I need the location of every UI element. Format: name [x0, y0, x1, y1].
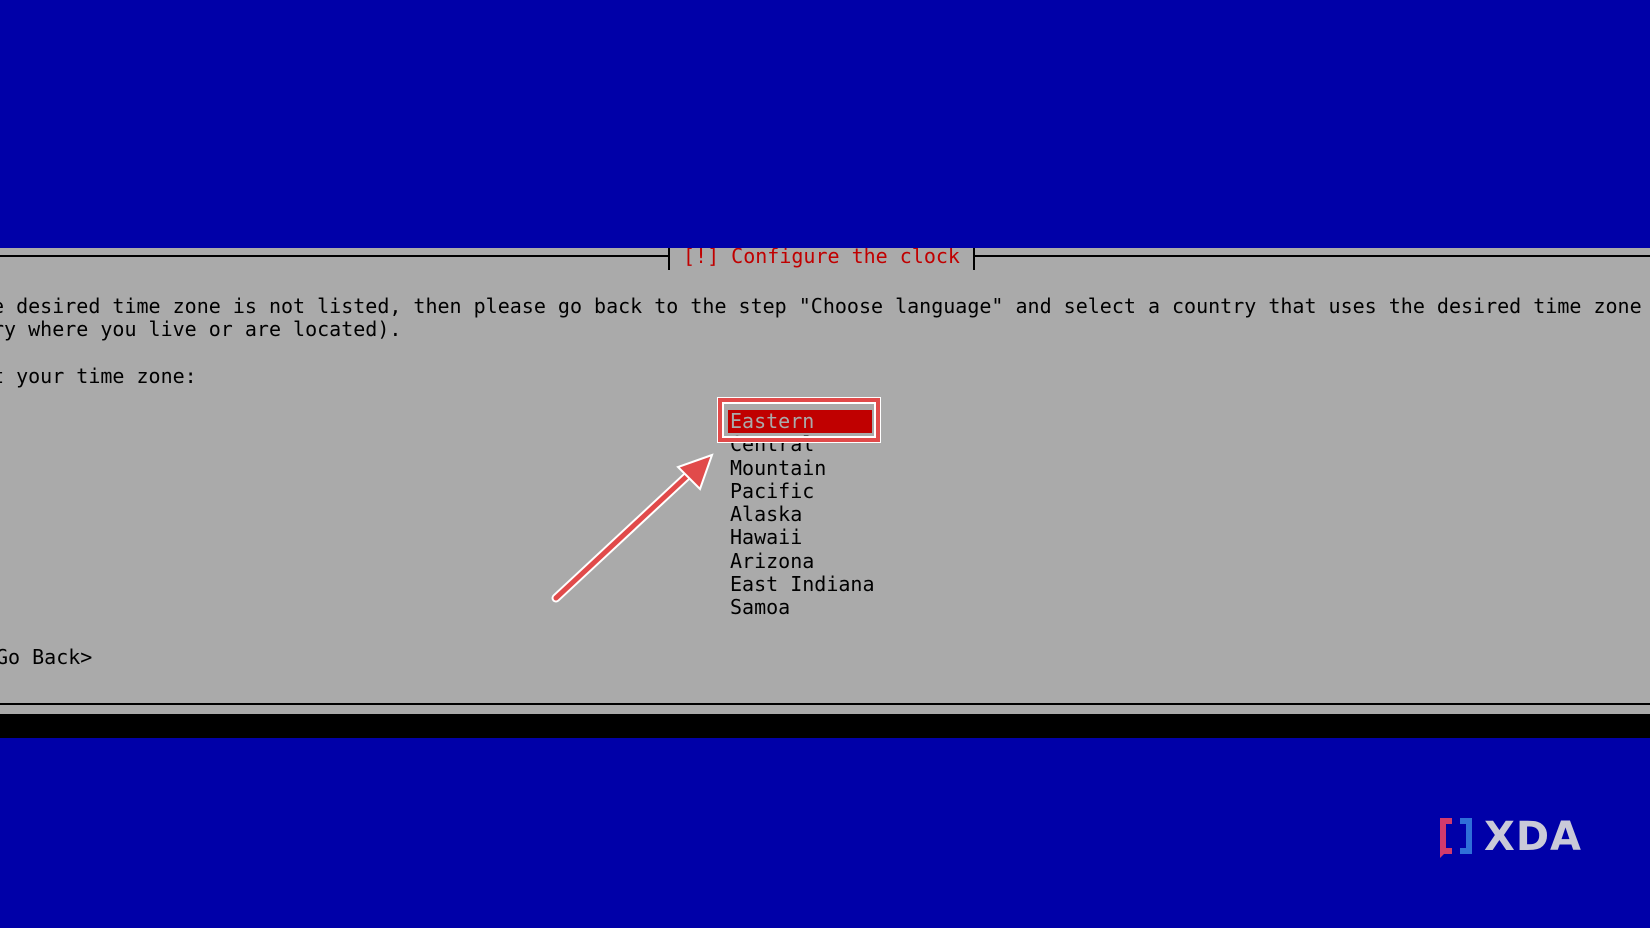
xda-logo-text: XDA	[1484, 814, 1582, 860]
go-back-button[interactable]: Go Back>	[0, 646, 92, 669]
timezone-option-mountain[interactable]: Mountain	[728, 456, 878, 480]
description-line-2: ry where you live or are located).	[0, 317, 402, 341]
timezone-option-samoa[interactable]: Samoa	[728, 596, 878, 620]
timezone-option-arizona[interactable]: Arizona	[728, 549, 878, 573]
installer-dialog: [!] Configure the clock e desired time z…	[0, 248, 1650, 714]
selection-highlight-box	[718, 398, 880, 442]
xda-watermark: XDA	[1434, 814, 1582, 860]
timezone-option-alaska[interactable]: Alaska	[728, 502, 878, 526]
timezone-prompt: t your time zone:	[0, 364, 197, 388]
timezone-option-pacific[interactable]: Pacific	[728, 479, 878, 503]
xda-logo-icon	[1440, 818, 1472, 858]
dialog-title: [!] Configure the clock	[668, 248, 975, 270]
description-line-1: e desired time zone is not listed, then …	[0, 294, 1650, 318]
timezone-option-east-indiana[interactable]: East Indiana	[728, 572, 878, 596]
status-bar	[0, 714, 1650, 738]
timezone-option-hawaii[interactable]: Hawaii	[728, 526, 878, 550]
dialog-frame-bottom	[0, 703, 1650, 705]
